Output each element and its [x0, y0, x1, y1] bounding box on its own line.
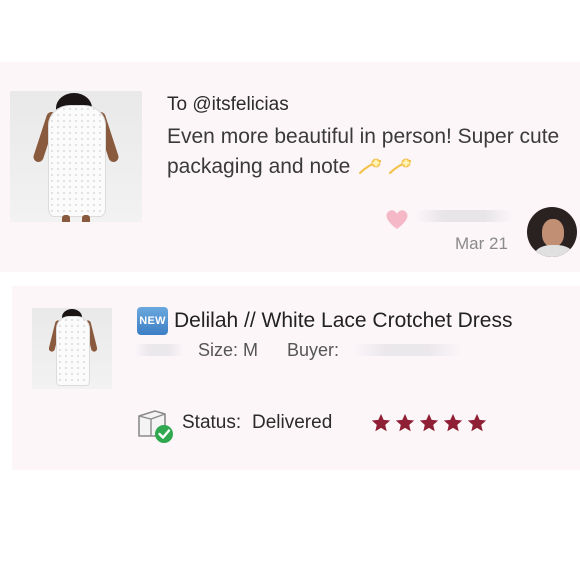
note-date: Mar 21 [455, 234, 508, 253]
redacted-buyer [352, 344, 462, 356]
order-photo[interactable] [32, 308, 112, 389]
package-delivered-icon [138, 410, 173, 443]
star-icon [467, 413, 487, 432]
sparkle-icon [359, 158, 382, 175]
heart-icon[interactable] [384, 207, 410, 231]
buyer-label: Buyer: [287, 340, 340, 360]
redacted-username [414, 210, 514, 222]
note-message: Even more beautiful in person! Super cut… [167, 122, 562, 182]
sparkle-icon [389, 158, 412, 175]
love-note-card: To @itsfelicias Even more beautiful in p… [0, 62, 580, 272]
avatar[interactable] [527, 207, 577, 257]
star-icon [371, 413, 391, 432]
product-title[interactable]: Delilah // White Lace Crotchet Dress [174, 309, 512, 333]
status-label: Status: [182, 412, 242, 433]
emoji-group [358, 155, 414, 177]
new-badge: NEW [137, 307, 168, 335]
listing-photo[interactable] [10, 91, 142, 222]
note-recipient[interactable]: To @itsfelicias [167, 94, 289, 116]
rating-stars [370, 412, 488, 434]
star-icon [395, 413, 415, 432]
star-icon [443, 413, 463, 432]
order-card: NEW Delilah // White Lace Crotchet Dress… [12, 286, 580, 470]
redacted-meta [134, 344, 184, 356]
status-value: Delivered [252, 412, 333, 433]
star-icon [419, 413, 439, 432]
size-label: Size: M [198, 340, 259, 360]
